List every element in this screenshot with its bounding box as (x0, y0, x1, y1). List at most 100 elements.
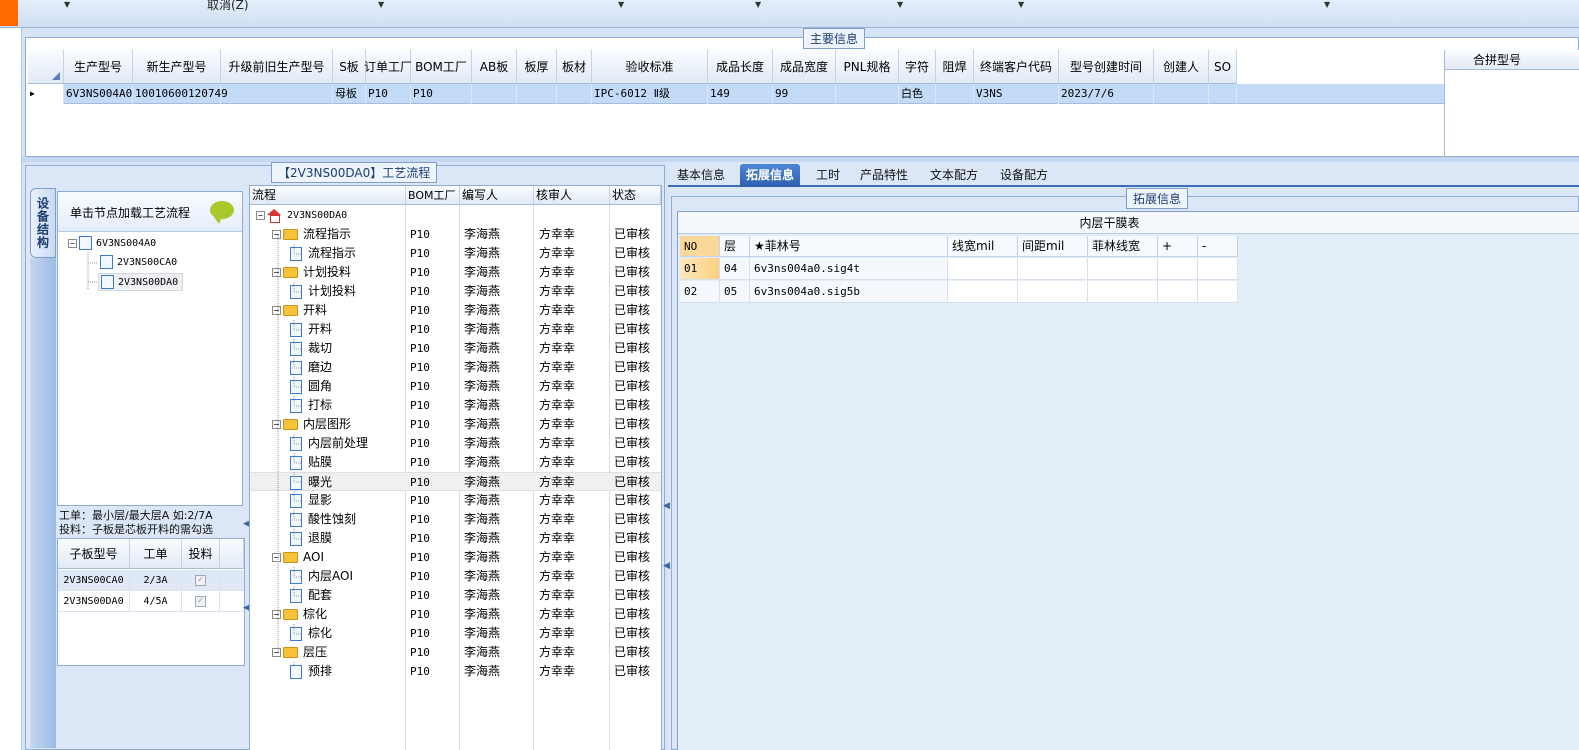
feed-checkbox[interactable]: ✓ (195, 574, 206, 586)
flow-step-row[interactable]: 曝光 P10 李海燕 方幸幸 已审核 (250, 472, 661, 491)
column-header[interactable]: 终端客户代码 (974, 50, 1059, 84)
table-cell[interactable] (1088, 258, 1158, 280)
table-cell[interactable] (1158, 281, 1198, 303)
table-cell[interactable] (1198, 258, 1238, 280)
dropdown-arrow-icon[interactable]: ▼ (378, 0, 384, 9)
film-table-panel: 内层干膜表 NO 层 ★菲林号 线宽mil 间距mil 菲林线宽 + - 01 04 6v3ns00… (677, 211, 1579, 750)
table-cell[interactable] (948, 258, 1018, 280)
flow-step-row[interactable]: 圆角 P10 李海燕 方幸幸 已审核 (250, 377, 661, 396)
flow-step-row[interactable]: 磨边 P10 李海燕 方幸幸 已审核 (250, 358, 661, 377)
column-header[interactable]: + (1158, 236, 1198, 257)
tab-text-recipe[interactable]: 文本配方 (924, 164, 984, 187)
column-header[interactable]: 成品宽度 (773, 50, 836, 84)
cancel-button[interactable]: 取消(Z) (207, 0, 249, 13)
reviewer-cell: 方幸幸 (539, 455, 576, 469)
column-header[interactable]: 线宽mil (948, 236, 1018, 257)
column-header[interactable]: 验收标准 (592, 50, 708, 84)
column-header[interactable]: SO (1209, 50, 1237, 84)
flow-name: 内层前处理 (308, 436, 369, 450)
table-cell[interactable] (948, 281, 1018, 303)
flow-step-row[interactable]: 裁切 P10 李海燕 方幸幸 已审核 (250, 339, 661, 358)
column-header[interactable]: 订单工厂 (364, 50, 412, 84)
flow-step-row[interactable]: 内层AOI P10 李海燕 方幸幸 已审核 (250, 567, 661, 586)
flow-step-row[interactable]: 退膜 P10 李海燕 方幸幸 已审核 (250, 529, 661, 548)
column-header[interactable]: 成品长度 (708, 50, 773, 84)
column-header[interactable]: 层 (720, 236, 750, 257)
dropdown-arrow-icon[interactable]: ▼ (1018, 0, 1024, 9)
flow-step-row[interactable]: 计划投料 P10 李海燕 方幸幸 已审核 (250, 282, 661, 301)
column-header[interactable]: 板材 (557, 50, 592, 84)
tab-extended-info[interactable]: 拓展信息 (740, 164, 801, 187)
flow-step-row[interactable]: 流程指示 P10 李海燕 方幸幸 已审核 (250, 244, 661, 263)
feed-checkbox[interactable]: ✓ (195, 595, 206, 607)
column-header[interactable]: 投料 (182, 539, 220, 569)
column-header[interactable]: BOM工厂 (411, 50, 472, 84)
flow-group-row[interactable]: − 流程指示 P10 李海燕 方幸幸 已审核 (250, 225, 661, 244)
table-cell[interactable] (1158, 258, 1198, 280)
flow-step-row[interactable]: 内层前处理 P10 李海燕 方幸幸 已审核 (250, 434, 661, 453)
table-cell[interactable] (1018, 281, 1088, 303)
table-row[interactable]: 2V3NS00DA0 4/5A ✓ (58, 591, 244, 612)
dropdown-arrow-icon[interactable]: ▼ (1324, 0, 1330, 9)
column-header[interactable]: 新生产型号 (133, 50, 221, 84)
column-header[interactable]: 升级前旧生产型号 (221, 50, 333, 84)
flow-step-row[interactable]: 显影 P10 李海燕 方幸幸 已审核 (250, 491, 661, 510)
status-cell: 已审核 (614, 398, 651, 412)
table-cell[interactable] (1198, 281, 1238, 303)
dropdown-arrow-icon[interactable]: ▼ (755, 0, 761, 9)
column-header[interactable]: 状态 (610, 186, 661, 205)
column-header[interactable]: 型号创建时间 (1059, 50, 1154, 84)
flow-root-row[interactable]: −2V3NS00DA0 (250, 206, 661, 225)
table-row[interactable]: ▶ 6V3NS004A0 10010600120749 母板 P10 P10 IPC-601… (28, 84, 1444, 104)
tab-work-hours[interactable]: 工时 (810, 164, 846, 187)
column-header[interactable]: - (1198, 236, 1238, 257)
flow-step-row[interactable]: 配套 P10 李海燕 方幸幸 已审核 (250, 586, 661, 605)
column-header[interactable]: 菲林线宽 (1088, 236, 1158, 257)
dropdown-arrow-icon[interactable]: ▼ (64, 0, 70, 9)
table-cell[interactable] (1088, 281, 1158, 303)
column-header[interactable]: AB板 (472, 50, 517, 84)
column-header[interactable]: 工单 (130, 539, 182, 569)
column-header[interactable]: 间距mil (1018, 236, 1088, 257)
flow-group-row[interactable]: − 层压 P10 李海燕 方幸幸 已审核 (250, 643, 661, 662)
flow-step-row[interactable]: 打标 P10 李海燕 方幸幸 已审核 (250, 396, 661, 415)
tab-equipment-recipe[interactable]: 设备配方 (994, 164, 1054, 187)
status-cell: 已审核 (614, 341, 651, 355)
table-cell: 10010600120749 (133, 84, 228, 104)
column-header[interactable]: 子板型号 (58, 539, 130, 569)
flow-group-row[interactable]: − 开料 P10 李海燕 方幸幸 已审核 (250, 301, 661, 320)
column-header[interactable]: ★菲林号 (750, 236, 948, 257)
column-header[interactable]: 创建人 (1154, 50, 1209, 84)
flow-group-row[interactable]: − 计划投料 P10 李海燕 方幸幸 已审核 (250, 263, 661, 282)
column-header[interactable]: 生产型号 (64, 50, 133, 84)
column-header[interactable]: S板 (333, 50, 366, 84)
bom-factory-cell: P10 (410, 304, 430, 317)
column-header[interactable]: 核审人 (534, 186, 610, 205)
row-indicator-icon[interactable]: ▶ (28, 84, 64, 104)
flow-step-row[interactable]: 酸性蚀刻 P10 李海燕 方幸幸 已审核 (250, 510, 661, 529)
flow-step-row[interactable]: 开料 P10 李海燕 方幸幸 已审核 (250, 320, 661, 339)
flow-group-row[interactable]: − AOI P10 李海燕 方幸幸 已审核 (250, 548, 661, 567)
collapse-arrows[interactable]: ◀ ◀ (663, 500, 670, 572)
column-header[interactable]: 编写人 (460, 186, 534, 205)
flow-group-row[interactable]: − 内层图形 P10 李海燕 方幸幸 已审核 (250, 415, 661, 434)
flow-group-row[interactable]: − 棕化 P10 李海燕 方幸幸 已审核 (250, 605, 661, 624)
flow-step-row[interactable]: 预排 P10 李海燕 方幸幸 已审核 (250, 662, 661, 681)
dropdown-arrow-icon[interactable]: ▼ (618, 0, 624, 9)
column-header[interactable]: NO (680, 236, 720, 257)
column-header[interactable]: PNL规格 (836, 50, 899, 84)
flow-step-row[interactable]: 棕化 P10 李海燕 方幸幸 已审核 (250, 624, 661, 643)
column-header[interactable]: 阻焊 (936, 50, 974, 84)
table-row[interactable]: 2V3NS00CA0 2/3A ✓ (58, 570, 244, 591)
flow-step-row[interactable]: 贴膜 P10 李海燕 方幸幸 已审核 (250, 453, 661, 472)
column-header[interactable]: 板厚 (517, 50, 557, 84)
side-tab-equipment-structure[interactable]: 设备结构 (30, 188, 56, 258)
tab-basic-info[interactable]: 基本信息 (671, 164, 731, 187)
tab-product-features[interactable]: 产品特性 (854, 164, 914, 187)
flow-name: 流程指示 (308, 246, 357, 260)
row-selector-header[interactable] (28, 50, 64, 84)
dropdown-arrow-icon[interactable]: ▼ (897, 0, 903, 9)
column-header[interactable]: BOM工厂 (406, 186, 460, 205)
table-cell[interactable] (1018, 258, 1088, 280)
column-header[interactable]: 字符 (899, 50, 936, 84)
